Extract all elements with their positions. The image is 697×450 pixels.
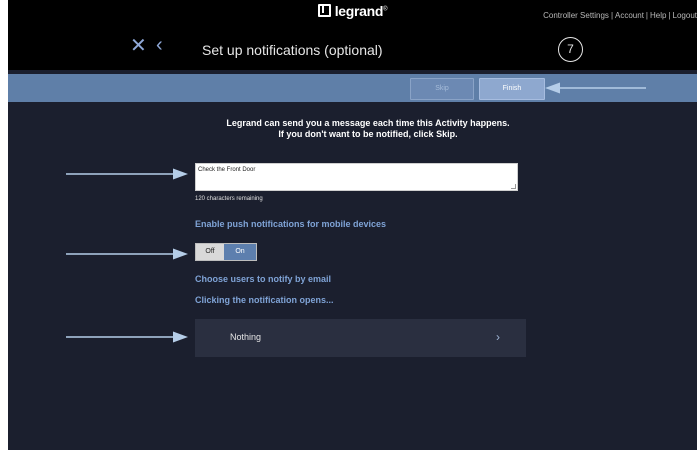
choose-email-users-link[interactable]: Choose users to notify by email: [195, 274, 331, 284]
notification-message-value: Check the Front Door: [198, 167, 256, 173]
skip-button[interactable]: Skip: [410, 78, 474, 100]
selected-open-option: Nothing: [230, 332, 262, 342]
page-title: Set up notifications (optional): [202, 42, 383, 58]
registered-mark: ®: [383, 6, 388, 13]
toggle-on-option[interactable]: On: [224, 244, 256, 260]
push-notifications-label: Enable push notifications for mobile dev…: [195, 219, 387, 229]
annotation-arrow-open-option: [66, 331, 188, 343]
link-separator: |: [668, 11, 671, 20]
annotation-arrow-finish: [545, 82, 646, 94]
legrand-logo-mark-icon: [317, 4, 331, 17]
notification-opens-label: Clicking the notification opens...: [195, 295, 334, 305]
logout-link[interactable]: Logout: [673, 11, 697, 20]
resize-handle-icon[interactable]: [511, 184, 516, 189]
step-indicator: 7: [558, 37, 583, 62]
notification-message-input[interactable]: Check the Front Door: [195, 163, 518, 191]
account-link[interactable]: Account: [615, 11, 644, 20]
close-icon[interactable]: ✕: [130, 36, 147, 56]
notification-opens-selector[interactable]: Nothing ›: [195, 319, 526, 357]
annotation-arrow-toggle: [66, 248, 188, 260]
annotation-arrow-message: [66, 168, 188, 180]
intro-line-2: If you don't want to be notified, click …: [278, 129, 458, 139]
link-separator: |: [610, 11, 614, 20]
header-bar: legrand® Controller Settings | Account | Hel…: [8, 0, 697, 70]
intro-text: Legrand can send you a message each time…: [188, 118, 548, 140]
chevron-right-icon: ›: [496, 330, 500, 344]
intro-line-1: Legrand can send you a message each time…: [226, 118, 510, 128]
header-links: Controller Settings | Account | Help | Logout: [543, 11, 697, 20]
toggle-off-option[interactable]: Off: [196, 244, 224, 260]
notification-setup-screen: legrand® Controller Settings | Account | Hel…: [8, 0, 697, 450]
finish-button[interactable]: Finish: [479, 78, 545, 100]
logo-text: legrand: [334, 3, 384, 19]
push-notifications-toggle[interactable]: Off On: [195, 243, 257, 261]
chevron-left-icon[interactable]: ‹: [156, 35, 163, 55]
help-link[interactable]: Help: [650, 11, 666, 20]
link-separator: |: [645, 11, 648, 20]
characters-remaining: 120 characters remaining: [195, 196, 263, 202]
controller-settings-link[interactable]: Controller Settings: [543, 11, 609, 20]
